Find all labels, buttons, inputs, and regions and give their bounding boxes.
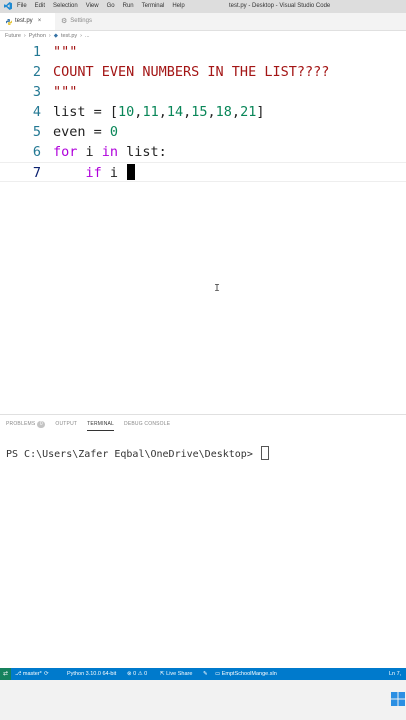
line-number: 3 [32,84,41,100]
line-number: 5 [32,124,41,140]
terminal[interactable]: PS C:\Users\Zafer Eqbal\OneDrive\Desktop… [6,446,269,462]
menu-file[interactable]: File [17,0,27,13]
bottom-panel: PROBLEMS 0 OUTPUT TERMINAL DEBUG CONSOLE … [0,414,406,669]
sync-icon[interactable]: ⟳ [44,668,49,680]
line-number: 6 [32,144,41,160]
chevron-right-icon: › [48,33,51,39]
pin-icon[interactable]: ✎ [203,668,208,680]
menu-run[interactable]: Run [123,0,134,13]
code-text: if i [53,163,136,183]
text-cursor [127,164,136,180]
code-line: 5 even = 0 [0,122,406,142]
problems-indicator[interactable]: ⊗ 0 ⚠ 0 [127,668,147,680]
vscode-logo-icon [4,2,12,10]
windows-start-icon[interactable] [391,692,405,706]
code-editor[interactable]: 1 """ 2 COUNT EVEN NUMBERS IN THE LIST??… [0,42,406,412]
tab-problems[interactable]: PROBLEMS 0 [6,421,46,431]
menu-view[interactable]: View [86,0,99,13]
chevron-right-icon: › [23,33,26,39]
code-line: 6 for i in list: [0,142,406,162]
tab-label: test.py [15,18,33,24]
line-number: 7 [32,165,41,181]
panel-tabs: PROBLEMS 0 OUTPUT TERMINAL DEBUG CONSOLE [6,421,170,431]
code-text: COUNT EVEN NUMBERS IN THE LIST???? [53,64,330,80]
tab-output[interactable]: OUTPUT [55,421,77,431]
menu-edit[interactable]: Edit [35,0,45,13]
line-number: 1 [32,44,41,60]
python-file-icon: ◆ [53,33,58,39]
tab-debug-console[interactable]: DEBUG CONSOLE [124,421,170,431]
file-icon: ▭ [215,671,222,677]
remote-icon[interactable]: ⇄ [0,668,11,680]
line-number: 2 [32,64,41,80]
windows-taskbar [0,680,406,720]
code-line-current: 7 if i [0,162,406,182]
title-bar: File Edit Selection View Go Run Terminal… [0,0,406,13]
chevron-right-icon: › [80,33,82,39]
code-text: even = 0 [53,124,119,140]
code-text: """ [53,84,78,100]
line-number: 4 [32,104,41,120]
breadcrumb-item[interactable]: Future [5,31,21,42]
code-line: 1 """ [0,42,406,62]
solution-indicator[interactable]: ▭ EmptSchoolMange.sln [215,668,277,680]
tab-test-py[interactable]: test.py × [0,13,55,30]
code-line: 4 list = [10,11,14,15,18,21] [0,102,406,122]
git-branch-icon: ⎇ [15,671,23,677]
terminal-cursor [260,446,269,460]
cursor-position[interactable]: Ln 7, [389,668,401,680]
menu-help[interactable]: Help [172,0,184,13]
menu-terminal[interactable]: Terminal [142,0,165,13]
branch-indicator[interactable]: ⎇ master* [15,668,42,680]
code-line: 2 COUNT EVEN NUMBERS IN THE LIST???? [0,62,406,82]
tab-label: Settings [70,18,92,24]
window-title: test.py - Desktop - Visual Studio Code [229,3,331,9]
python-file-icon [6,18,12,25]
menu-selection[interactable]: Selection [53,0,78,13]
status-bar: ⇄ ⎇ master* ⟳ Python 3.10.0 64-bit ⊗ 0 ⚠… [0,668,406,680]
code-text: """ [53,44,78,60]
terminal-prompt: PS C:\Users\Zafer Eqbal\OneDrive\Desktop… [6,449,259,460]
menu-go[interactable]: Go [107,0,115,13]
code-text: list = [10,11,14,15,18,21] [53,104,265,120]
mouse-ibeam-cursor-icon: I [214,283,221,294]
problems-count-badge: 0 [37,421,46,428]
close-icon[interactable]: × [38,13,42,30]
tab-terminal[interactable]: TERMINAL [87,421,115,431]
menu-bar: File Edit Selection View Go Run Terminal… [17,0,193,13]
python-interpreter[interactable]: Python 3.10.0 64-bit [67,668,116,680]
breadcrumb-item[interactable]: test.py [61,31,77,42]
breadcrumb: Future › Python › ◆ test.py › ... [0,31,406,42]
gear-icon: ⚙ [61,18,68,25]
code-text: for i in list: [53,144,167,160]
editor-tab-bar: test.py × ⚙ Settings [0,13,406,31]
breadcrumb-item[interactable]: ... [85,31,90,42]
breadcrumb-item[interactable]: Python [29,31,46,42]
live-share-button[interactable]: ⇱ Live Share [160,668,192,680]
code-line: 3 """ [0,82,406,102]
tab-settings[interactable]: ⚙ Settings [55,13,115,30]
